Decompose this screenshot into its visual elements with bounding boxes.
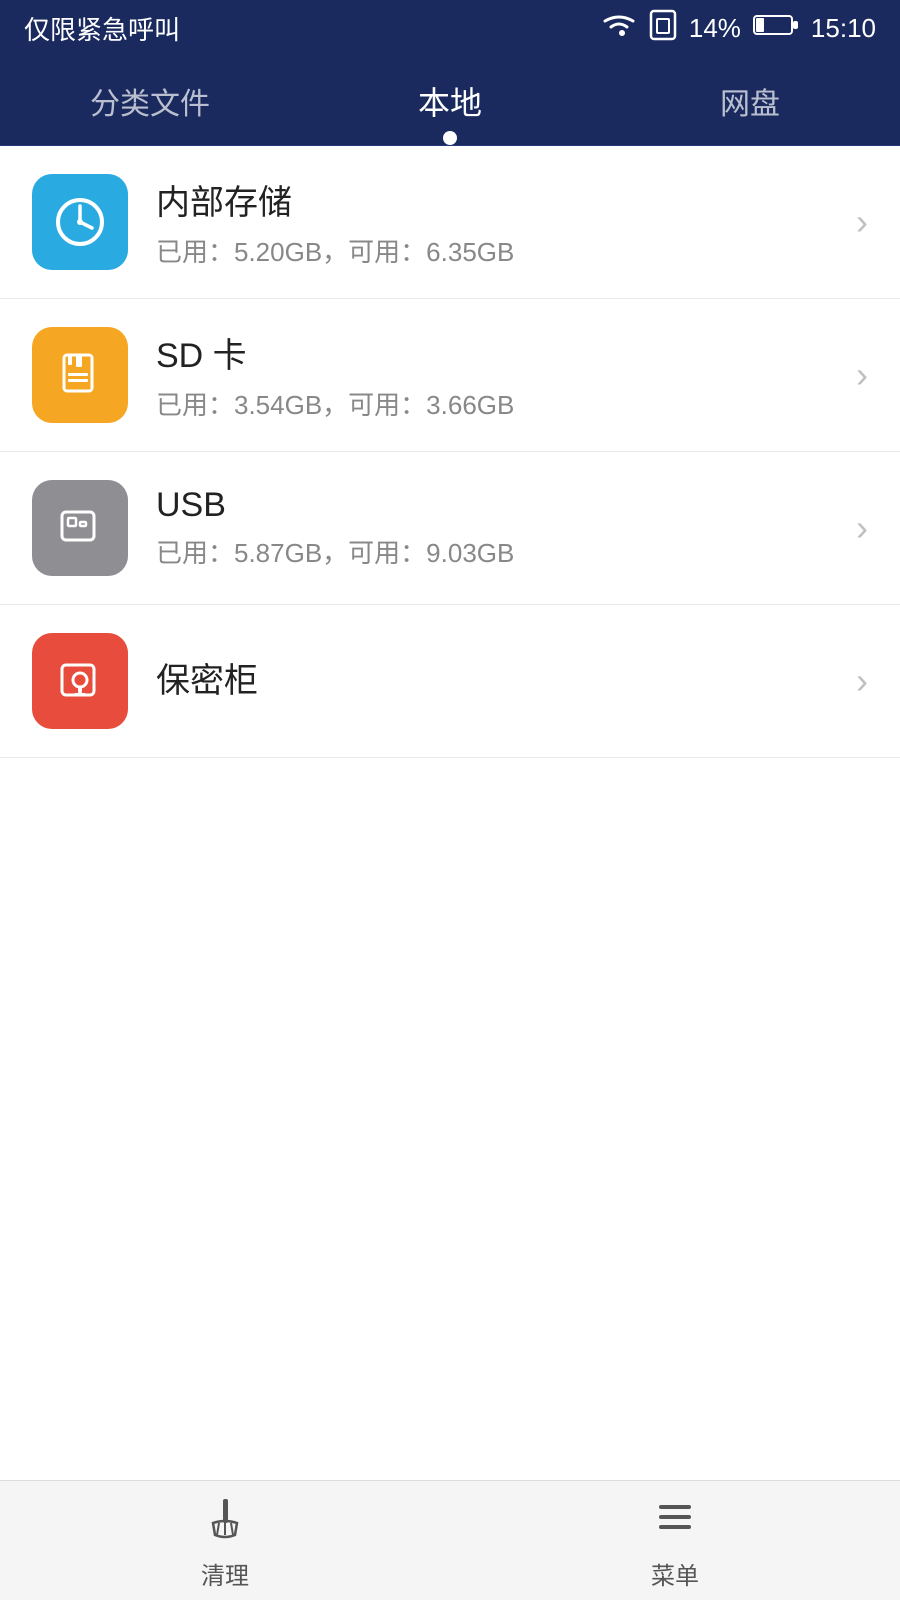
internal-storage-icon	[32, 174, 128, 270]
content-area: 内部存储 已用：5.20GB，可用：6.35GB › SD 卡 已用：3.54G…	[0, 146, 900, 1480]
tab-cloud-label: 网盘	[720, 79, 780, 123]
internal-storage-chevron: ›	[856, 201, 868, 243]
sim-icon	[649, 9, 677, 48]
clean-nav-label: 清理	[201, 1556, 249, 1591]
tab-local[interactable]: 本地	[300, 56, 600, 145]
tab-bar: 分类文件 本地 网盘	[0, 56, 900, 146]
internal-storage-subtitle: 已用：5.20GB，可用：6.35GB	[156, 232, 840, 269]
broom-icon	[199, 1491, 251, 1548]
internal-storage-item[interactable]: 内部存储 已用：5.20GB，可用：6.35GB ›	[0, 146, 900, 299]
internal-storage-title: 内部存储	[156, 175, 840, 224]
sd-card-chevron: ›	[856, 354, 868, 396]
sd-card-subtitle: 已用：3.54GB，可用：3.66GB	[156, 385, 840, 422]
bottom-nav: 清理 菜单	[0, 1480, 900, 1600]
time: 15:10	[811, 13, 876, 44]
menu-nav-item[interactable]: 菜单	[450, 1481, 900, 1600]
vault-text: 保密柜	[156, 653, 840, 710]
menu-nav-label: 菜单	[651, 1556, 699, 1591]
usb-chevron: ›	[856, 507, 868, 549]
usb-text: USB 已用：5.87GB，可用：9.03GB	[156, 486, 840, 570]
tab-local-label: 本地	[418, 78, 482, 124]
sd-card-title: SD 卡	[156, 328, 840, 377]
tab-classify-label: 分类文件	[90, 79, 210, 123]
tab-cloud[interactable]: 网盘	[600, 56, 900, 145]
usb-subtitle: 已用：5.87GB，可用：9.03GB	[156, 533, 840, 570]
internal-storage-text: 内部存储 已用：5.20GB，可用：6.35GB	[156, 175, 840, 269]
emergency-text: 仅限紧急呼叫	[24, 10, 180, 47]
status-icons: 14% 15:10	[601, 9, 876, 48]
battery-percent: 14%	[689, 13, 741, 44]
clean-nav-item[interactable]: 清理	[0, 1481, 450, 1600]
usb-item[interactable]: USB 已用：5.87GB，可用：9.03GB ›	[0, 452, 900, 605]
usb-title: USB	[156, 486, 840, 525]
sd-card-item[interactable]: SD 卡 已用：3.54GB，可用：3.66GB ›	[0, 299, 900, 452]
status-bar: 仅限紧急呼叫 14% 15:10	[0, 0, 900, 56]
wifi-icon	[601, 11, 637, 46]
vault-chevron: ›	[856, 660, 868, 702]
sd-card-icon	[32, 327, 128, 423]
tab-classify[interactable]: 分类文件	[0, 56, 300, 145]
vault-title: 保密柜	[156, 653, 840, 702]
vault-item[interactable]: 保密柜 ›	[0, 605, 900, 758]
battery-icon	[753, 12, 799, 45]
tab-active-indicator	[443, 131, 457, 145]
vault-icon	[32, 633, 128, 729]
sd-card-text: SD 卡 已用：3.54GB，可用：3.66GB	[156, 328, 840, 422]
menu-icon	[649, 1491, 701, 1548]
usb-icon	[32, 480, 128, 576]
